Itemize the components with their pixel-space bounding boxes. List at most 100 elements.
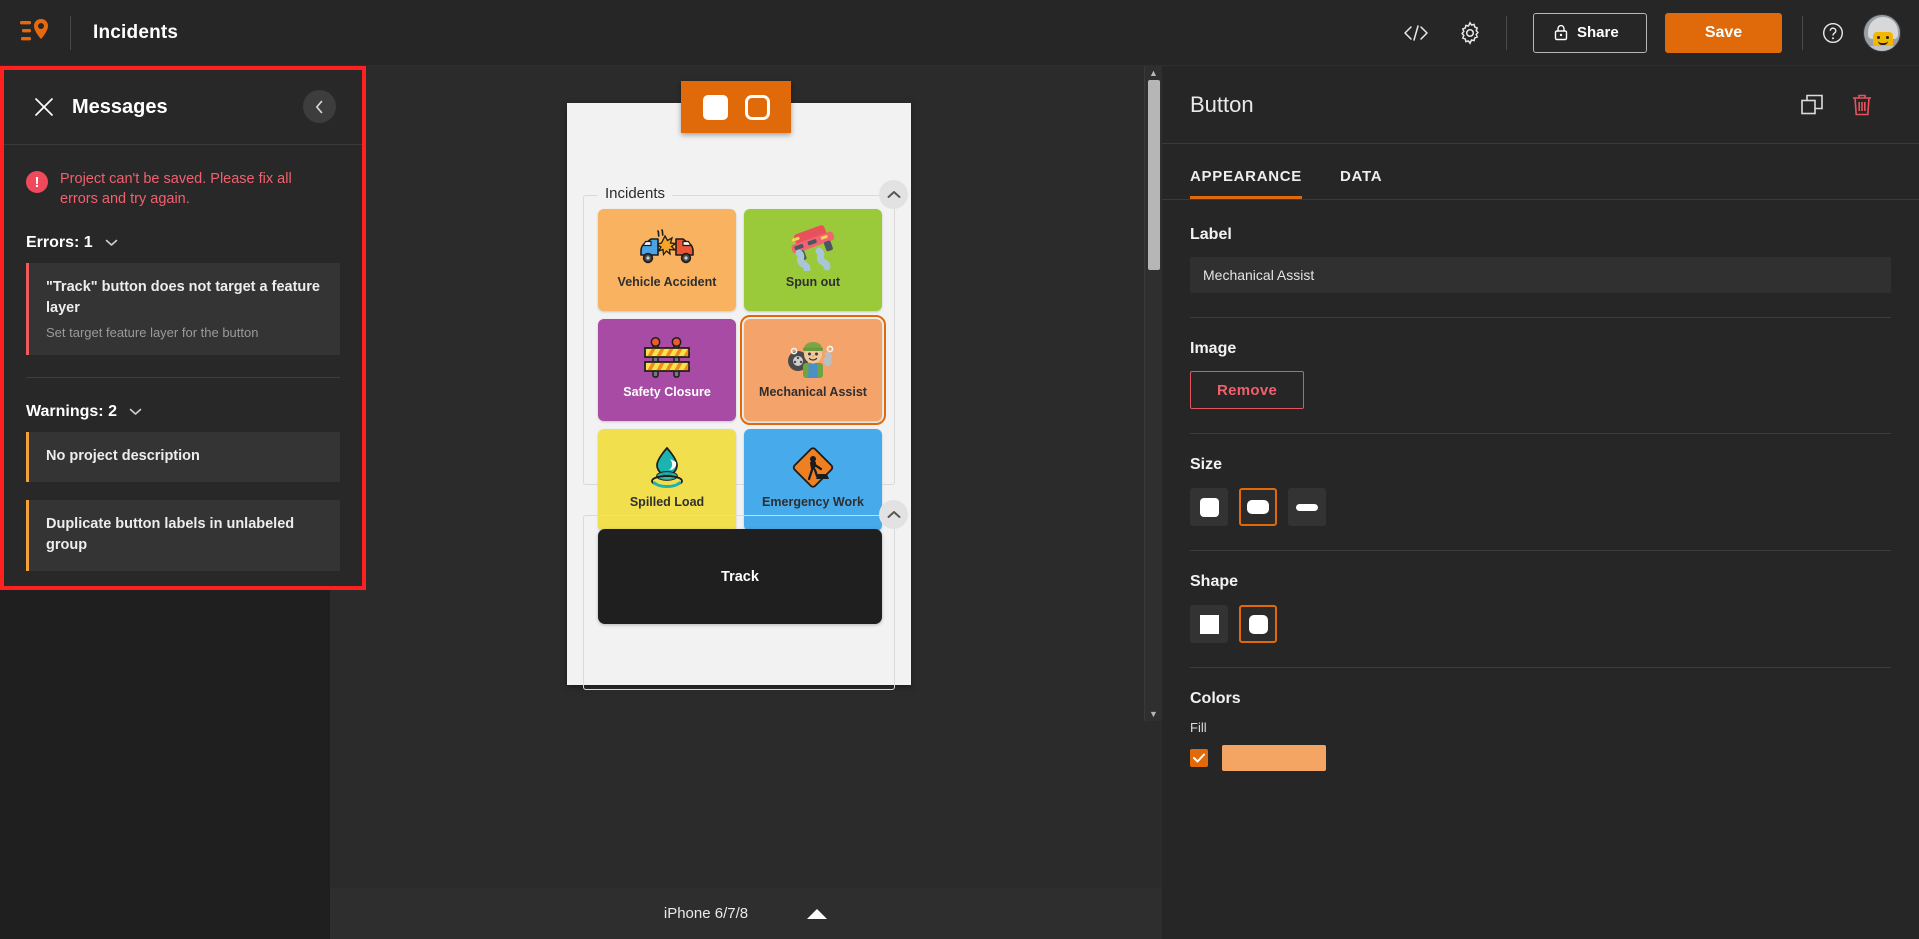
tile-label: Spilled Load [626,496,708,510]
fill-row [1190,745,1891,771]
close-icon[interactable] [26,89,62,125]
shape-options [1190,605,1891,643]
chevron-down-icon-2[interactable] [129,408,142,416]
label-section: Label [1190,226,1891,293]
shape-sharp-icon [1200,615,1219,634]
alert-exclamation-icon: ! [26,171,48,193]
fill-color-swatch[interactable] [1222,745,1326,771]
colors-section: Colors Fill [1190,690,1891,771]
properties-header-actions [1801,93,1873,117]
error-item[interactable]: "Track" button does not target a feature… [26,263,340,355]
errors-heading: Errors: 1 [26,234,93,252]
warning-item-title-2: Duplicate button labels in unlabeled gro… [46,514,324,556]
size-large-bar-icon [1296,504,1318,511]
messages-title: Messages [72,96,168,119]
messages-panel: Messages ! Project can't be saved. Pleas… [0,66,366,590]
page-title: Button [1190,92,1254,118]
colors-heading: Colors [1190,690,1891,708]
tile-mechanical-assist[interactable]: Mechanical Assist [744,319,882,421]
section-divider-1 [1190,317,1891,318]
chevron-up-icon-2[interactable] [879,500,908,529]
track-group: Track [583,515,895,690]
canvas-scrollbar[interactable]: ▲ ▼ [1144,66,1162,721]
scroll-up-arrow-icon[interactable]: ▲ [1149,68,1158,78]
scroll-down-arrow-icon[interactable]: ▼ [1149,709,1158,719]
avatar-eye-left [1877,36,1880,39]
spill-drop-icon [643,440,691,496]
gear-icon[interactable] [1448,11,1492,55]
tile-vehicle-accident[interactable]: Vehicle Accident [598,209,736,311]
remove-image-button[interactable]: Remove [1190,371,1304,409]
warnings-heading: Warnings: 2 [26,403,117,421]
properties-body: Label Image Remove Size Shape [1162,200,1919,771]
fill-checkbox[interactable] [1190,749,1208,767]
errors-group-header[interactable]: Errors: 1 [26,234,340,252]
image-heading: Image [1190,340,1891,358]
properties-header: Button [1162,66,1919,144]
save-button[interactable]: Save [1665,13,1782,53]
size-small-square-icon [1200,498,1219,517]
warnings-group-header[interactable]: Warnings: 2 [26,403,340,421]
save-error-alert: ! Project can't be saved. Please fix all… [26,169,340,209]
share-button-label: Share [1577,24,1619,41]
shape-option-rounded[interactable] [1239,605,1277,643]
chevron-left-icon[interactable] [303,90,336,123]
avatar-mouth [1878,41,1888,45]
messages-header: Messages [4,70,362,145]
lock-icon [1554,24,1568,41]
section-divider-2 [1190,433,1891,434]
duplicate-icon[interactable] [1801,94,1825,116]
incidents-group: Incidents [583,195,895,485]
avatar-eye-right [1886,36,1889,39]
size-option-small[interactable] [1190,488,1228,526]
tab-appearance[interactable]: APPEARANCE [1190,168,1302,199]
device-selector-bar: iPhone 6/7/8 [330,888,1162,939]
size-option-large[interactable] [1288,488,1326,526]
tile-safety-closure[interactable]: Safety Closure [598,319,736,421]
image-section: Image Remove [1190,340,1891,409]
tab-data[interactable]: DATA [1340,168,1382,199]
size-options [1190,488,1891,526]
size-heading: Size [1190,456,1891,474]
label-input[interactable] [1190,257,1891,293]
chevron-down-icon[interactable] [105,239,118,247]
section-divider-4 [1190,667,1891,668]
caret-up-icon[interactable] [806,908,828,920]
track-button[interactable]: Track [598,529,882,624]
scrollbar-thumb[interactable] [1148,80,1160,270]
size-section: Size [1190,456,1891,526]
incident-button-grid: Vehicle Accident [598,209,882,531]
toolbar-divider [70,16,71,50]
shape-rounded-icon [1249,615,1268,634]
share-button[interactable]: Share [1533,13,1647,53]
chevron-up-icon[interactable] [879,180,908,209]
app-root: Incidents Share [0,0,1919,939]
mechanic-icon [784,330,842,386]
question-circle-icon[interactable] [1811,11,1855,55]
car-skid-icon [785,220,841,276]
label-heading: Label [1190,226,1891,244]
device-name[interactable]: iPhone 6/7/8 [664,905,748,922]
tile-label: Mechanical Assist [755,386,871,400]
square-outline-icon[interactable] [742,92,772,122]
roadwork-sign-icon [788,440,838,496]
size-option-medium[interactable] [1239,488,1277,526]
shape-option-sharp[interactable] [1190,605,1228,643]
map-pin-logo-icon[interactable] [0,17,70,49]
error-item-title: "Track" button does not target a feature… [46,277,324,319]
phone-preview: Incidents [567,103,911,685]
warning-item-2[interactable]: Duplicate button labels in unlabeled gro… [26,500,340,571]
shape-heading: Shape [1190,573,1891,591]
toolbar-divider-2 [1506,16,1507,50]
warning-item[interactable]: No project description [26,432,340,482]
trash-icon[interactable] [1851,93,1873,117]
tile-spun-out[interactable]: Spun out [744,209,882,311]
messages-divider [26,377,340,378]
code-brackets-icon[interactable] [1394,11,1438,55]
avatar[interactable] [1863,14,1901,52]
alert-text: Project can't be saved. Please fix all e… [60,169,322,209]
avatar-collar [1866,46,1900,52]
properties-panel: Button APPE [1162,66,1919,939]
square-filled-icon[interactable] [700,92,730,122]
button-type-toolbar [681,81,791,133]
